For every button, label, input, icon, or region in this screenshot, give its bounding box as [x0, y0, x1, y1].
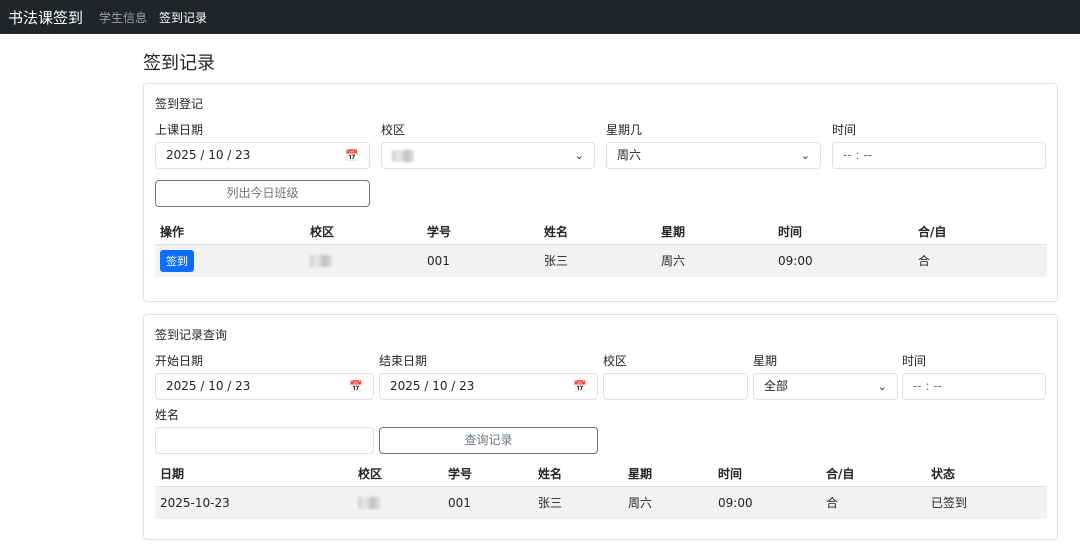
name-label: 姓名: [155, 408, 180, 422]
campus-label: 校区: [381, 123, 406, 137]
col-header: 学号: [427, 225, 452, 240]
col-header: 时间: [778, 225, 803, 240]
time-input[interactable]: -- : --: [832, 142, 1046, 169]
class-date-input[interactable]: 2025 / 10 / 23 📅: [155, 142, 370, 169]
query-card: 签到记录查询 开始日期 结束日期 校区 星期 时间 2025 / 10 / 23…: [143, 314, 1058, 540]
name-cell: 张三: [539, 244, 656, 277]
campus-label: 校区: [603, 354, 628, 368]
weekday-value: 周六: [617, 148, 642, 162]
col-header: 姓名: [538, 467, 563, 482]
start-date-value: 2025 / 10 / 23: [166, 379, 251, 393]
weekday-label: 星期: [753, 354, 778, 368]
time-cell: 09:00: [773, 244, 913, 277]
col-header: 状态: [931, 467, 956, 482]
table-row: 2025-10-23 001 张三 周六 09:00 合 已签到: [155, 486, 1047, 519]
calendar-icon[interactable]: 📅: [345, 143, 359, 168]
campus-value-blurred: [392, 149, 414, 162]
start-date-label: 开始日期: [155, 354, 204, 368]
chevron-down-icon: ⌄: [574, 149, 584, 162]
main-container: 签到记录 签到登记 上课日期 校区 星期几 时间 2025 / 10 / 23 …: [143, 34, 1058, 540]
nav-link-checkin-records[interactable]: 签到记录: [159, 9, 207, 26]
chevron-down-icon: ⌄: [877, 380, 887, 393]
start-date-input[interactable]: 2025 / 10 / 23 📅: [155, 373, 374, 400]
end-date-input[interactable]: 2025 / 10 / 23 📅: [379, 373, 598, 400]
checkin-button[interactable]: 签到: [160, 249, 194, 272]
calendar-icon[interactable]: 📅: [573, 374, 587, 399]
student-id-cell: 001: [443, 486, 533, 519]
col-header: 时间: [718, 467, 743, 482]
type-cell: 合: [913, 244, 1047, 277]
weekday-select[interactable]: 周六 ⌄: [606, 142, 821, 169]
end-date-value: 2025 / 10 / 23: [390, 379, 475, 393]
col-header: 日期: [160, 467, 185, 482]
time-label: 时间: [902, 354, 927, 368]
col-header: 校区: [310, 225, 335, 240]
col-header: 姓名: [544, 225, 569, 240]
name-cell: 张三: [533, 486, 623, 519]
campus-filter-input[interactable]: [603, 373, 748, 400]
time-filter-input[interactable]: -- : --: [902, 373, 1046, 400]
list-today-classes-button[interactable]: 列出今日班级: [155, 180, 370, 207]
col-header: 校区: [358, 467, 383, 482]
weekday-filter-select[interactable]: 全部 ⌄: [753, 373, 898, 400]
checkin-card-title: 签到登记: [155, 97, 204, 111]
class-date-value: 2025 / 10 / 23: [166, 148, 251, 162]
end-date-label: 结束日期: [379, 354, 428, 368]
col-header: 星期: [661, 225, 686, 240]
table-header-row: 日期 校区 学号 姓名 星期 时间 合/自 状态: [155, 462, 1047, 486]
nav-link-students[interactable]: 学生信息: [99, 9, 147, 26]
top-navbar: 书法课签到 学生信息 签到记录: [0, 0, 1080, 34]
time-cell: 09:00: [713, 486, 821, 519]
table-header-row: 操作 校区 学号 姓名 星期 时间 合/自: [155, 220, 1047, 244]
col-header: 学号: [448, 467, 473, 482]
campus-cell-blurred: [358, 497, 380, 510]
name-filter-input[interactable]: [155, 427, 374, 454]
campus-cell-blurred: [310, 255, 332, 268]
weekday-cell: 周六: [623, 486, 713, 519]
records-table: 日期 校区 学号 姓名 星期 时间 合/自 状态 2025-10-23 001 …: [155, 462, 1047, 519]
type-cell: 合: [821, 486, 926, 519]
weekday-cell: 周六: [656, 244, 773, 277]
time-placeholder: -- : --: [843, 148, 872, 162]
table-row: 签到 001 张三 周六 09:00 合: [155, 244, 1047, 277]
weekday-label: 星期几: [606, 123, 643, 137]
col-header: 合/自: [826, 467, 855, 482]
weekday-filter-value: 全部: [764, 379, 789, 393]
calendar-icon[interactable]: 📅: [349, 374, 363, 399]
app-brand[interactable]: 书法课签到: [8, 7, 83, 28]
checkin-card: 签到登记 上课日期 校区 星期几 时间 2025 / 10 / 23 📅 ⌄ 周…: [143, 83, 1058, 302]
chevron-down-icon: ⌄: [800, 149, 810, 162]
query-card-title: 签到记录查询: [155, 328, 228, 342]
page-title: 签到记录: [143, 53, 215, 74]
time-label: 时间: [832, 123, 857, 137]
query-records-button[interactable]: 查询记录: [379, 427, 598, 454]
date-label: 上课日期: [155, 123, 204, 137]
campus-select[interactable]: ⌄: [381, 142, 595, 169]
col-header: 操作: [160, 225, 185, 240]
student-id-cell: 001: [422, 244, 539, 277]
col-header: 星期: [628, 467, 653, 482]
status-cell: 已签到: [926, 486, 1047, 519]
checkin-table: 操作 校区 学号 姓名 星期 时间 合/自 签到 001 张三 周六 09:00: [155, 220, 1047, 277]
date-cell: 2025-10-23: [155, 486, 353, 519]
col-header: 合/自: [918, 225, 947, 240]
time-filter-placeholder: -- : --: [913, 379, 942, 393]
